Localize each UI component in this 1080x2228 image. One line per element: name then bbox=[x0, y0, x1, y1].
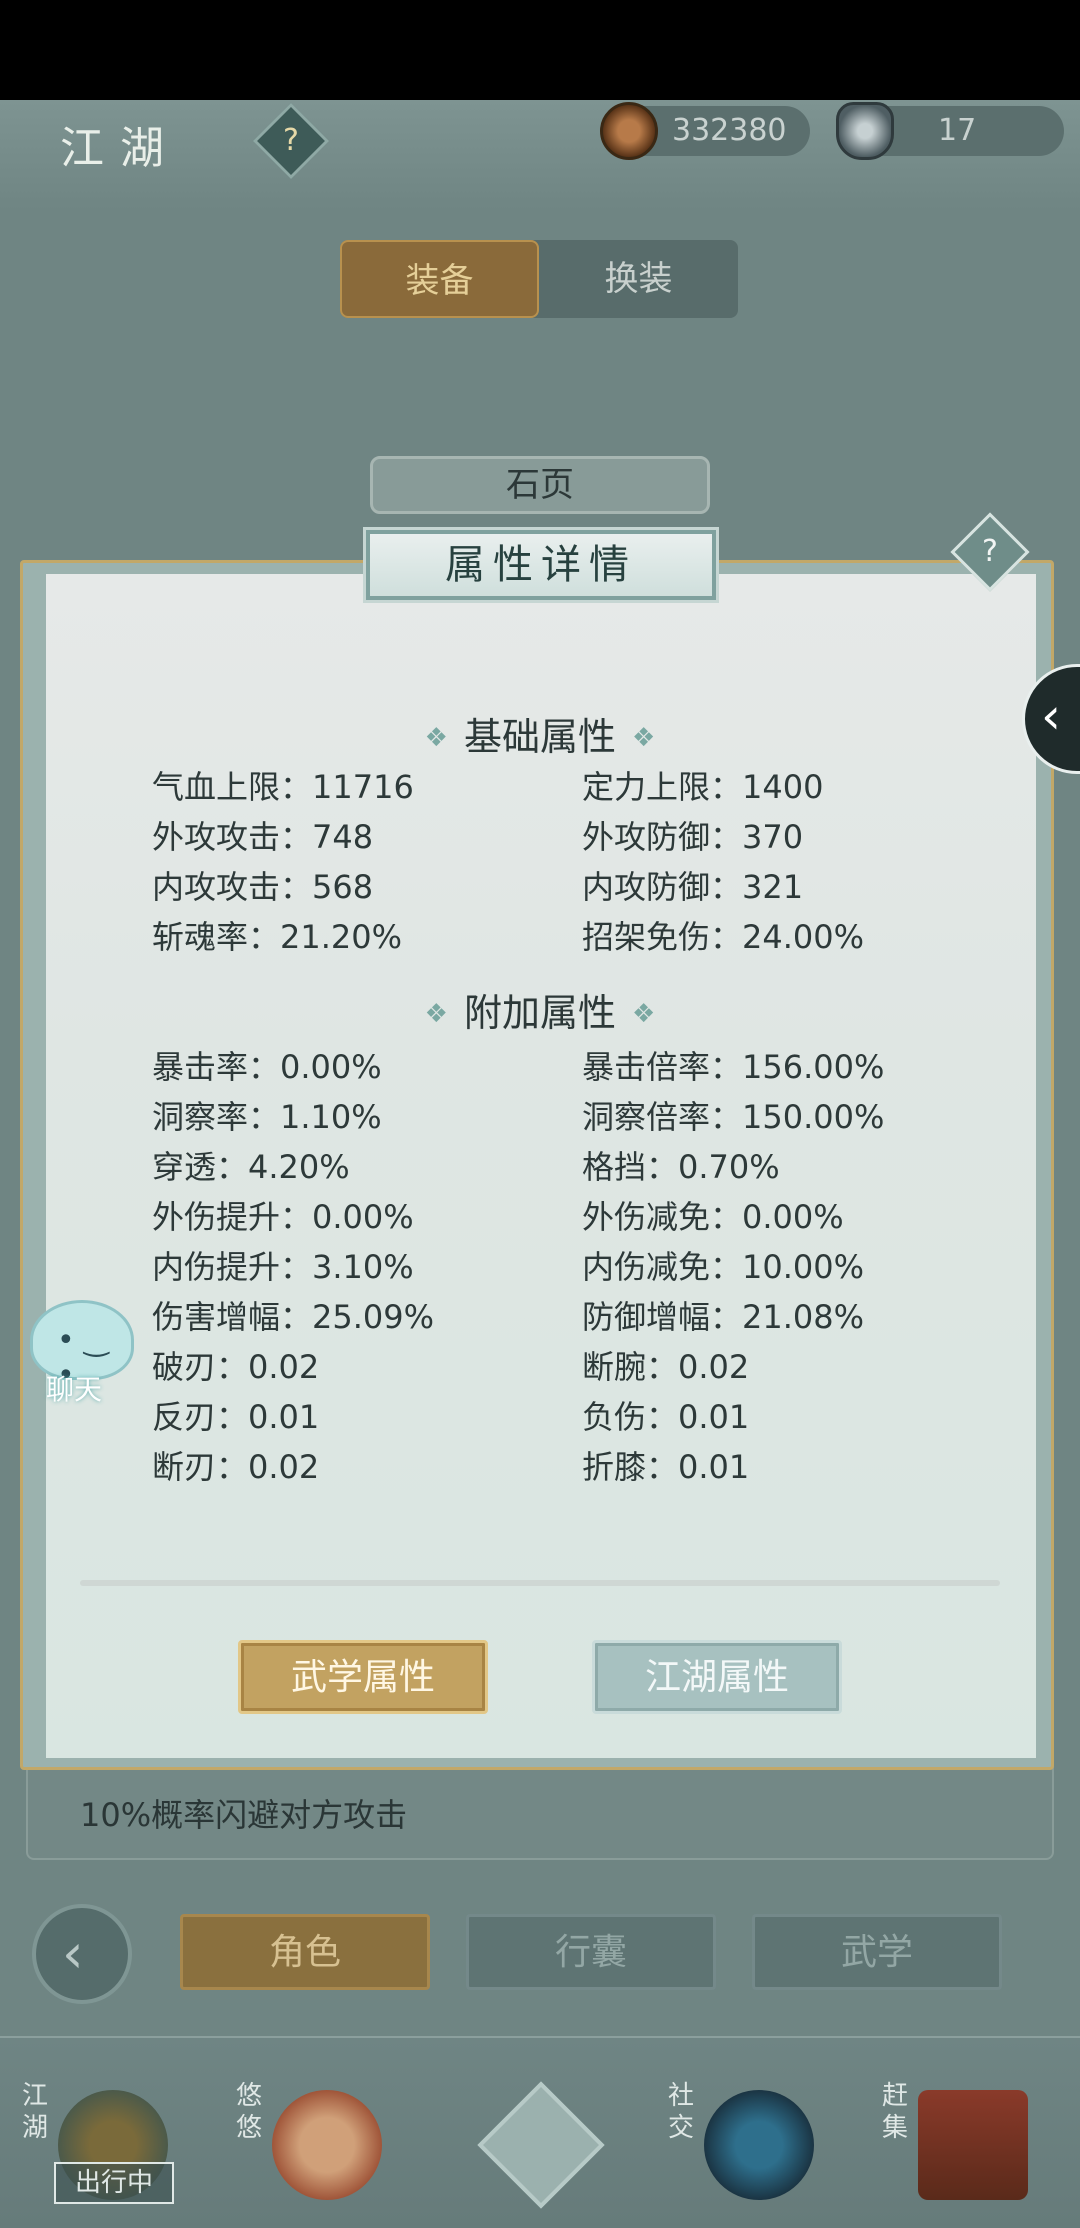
silver-value: 17 bbox=[938, 113, 977, 148]
diamond-icon: ❖ bbox=[424, 723, 448, 753]
diamond-icon: ❖ bbox=[632, 723, 656, 753]
jianghu-attributes-button[interactable]: 江湖属性 bbox=[592, 1640, 842, 1714]
copper-currency: 332380 bbox=[600, 102, 810, 160]
diamond-icon: ❖ bbox=[424, 999, 448, 1029]
extra-stat: 外伤提升：0.00% bbox=[152, 1198, 414, 1236]
tab-inventory[interactable]: 行囊 bbox=[466, 1914, 716, 1990]
chest-icon bbox=[918, 2090, 1028, 2200]
extra-stat: 断刃：0.02 bbox=[152, 1448, 320, 1486]
tab-character[interactable]: 角色 bbox=[180, 1914, 430, 1990]
back-arrow-icon: ‹ bbox=[62, 1922, 84, 1985]
extra-stat: 内伤减免：10.00% bbox=[582, 1248, 865, 1286]
basic-stat: 外攻防御：370 bbox=[582, 818, 804, 856]
extra-stat: 断腕：0.02 bbox=[582, 1348, 750, 1386]
swallow-icon bbox=[272, 2090, 382, 2200]
chat-label: 聊天 bbox=[46, 1373, 103, 1406]
dock-item-youyou[interactable]: 悠悠 bbox=[236, 2080, 386, 2220]
extra-stat: 破刃：0.02 bbox=[152, 1348, 320, 1386]
basic-stat: 气血上限：11716 bbox=[152, 768, 414, 806]
basic-stat: 内攻攻击：568 bbox=[152, 868, 374, 906]
modal-title: 属性详情 bbox=[366, 530, 716, 600]
page-title: 江湖 bbox=[60, 123, 180, 174]
dock-label: 赶集 bbox=[882, 2081, 909, 2143]
item-name: 石页 bbox=[370, 456, 710, 514]
copper-value: 332380 bbox=[672, 113, 787, 148]
chevron-left-icon: ‹ bbox=[1041, 687, 1061, 745]
description-text: 10%概率闪避对方攻击 bbox=[80, 1796, 408, 1834]
extra-stat: 洞察倍率：150.00% bbox=[582, 1098, 885, 1136]
extra-stat: 洞察率：1.10% bbox=[152, 1098, 382, 1136]
tab-martial-arts[interactable]: 武学 bbox=[752, 1914, 1002, 1990]
status-bar bbox=[0, 0, 1080, 100]
basic-stat: 外攻攻击：748 bbox=[152, 818, 374, 856]
basic-stat: 内攻防御：321 bbox=[582, 868, 804, 906]
silver-currency: 17 bbox=[836, 102, 1064, 160]
extra-stat: 伤害增幅：25.09% bbox=[152, 1298, 435, 1336]
back-button[interactable]: ‹ bbox=[32, 1904, 132, 2004]
modal-divider bbox=[80, 1580, 1000, 1586]
diamond-icon: ❖ bbox=[632, 999, 656, 1029]
dock-label: 社交 bbox=[668, 2081, 695, 2143]
dock-label: 江湖 bbox=[22, 2081, 49, 2143]
basic-stat: 斩魂率：21.20% bbox=[152, 918, 403, 956]
extra-stat: 防御增幅：21.08% bbox=[582, 1298, 865, 1336]
basic-attributes-title: ❖ 基础属性 ❖ bbox=[0, 706, 1080, 761]
extra-stat: 负伤：0.01 bbox=[582, 1398, 750, 1436]
silver-ingot-icon bbox=[836, 102, 894, 160]
extra-stat: 暴击率：0.00% bbox=[152, 1048, 382, 1086]
dock-item-market[interactable]: 赶集 bbox=[882, 2080, 1032, 2220]
equipment-tabs: 装备 换装 bbox=[340, 240, 738, 318]
tab-equipment[interactable]: 装备 bbox=[340, 240, 539, 318]
extra-stat: 暴击倍率：156.00% bbox=[582, 1048, 885, 1086]
extra-stat: 内伤提升：3.10% bbox=[152, 1248, 414, 1286]
coin-icon bbox=[600, 102, 658, 160]
martial-attributes-button[interactable]: 武学属性 bbox=[238, 1640, 488, 1714]
extra-attributes-label: 附加属性 bbox=[463, 991, 616, 1035]
basic-attributes-label: 基础属性 bbox=[463, 715, 616, 759]
wave-icon bbox=[704, 2090, 814, 2200]
question-icon: ? bbox=[982, 534, 998, 569]
extra-stat: 格挡：0.70% bbox=[582, 1148, 780, 1186]
dock-item-social[interactable]: 社交 bbox=[668, 2080, 818, 2220]
question-icon: ? bbox=[283, 123, 299, 158]
extra-stat: 折膝：0.01 bbox=[582, 1448, 750, 1486]
extra-attributes-title: ❖ 附加属性 ❖ bbox=[0, 982, 1080, 1037]
basic-stat: 招架免伤：24.00% bbox=[582, 918, 865, 956]
dock-label: 悠悠 bbox=[236, 2081, 263, 2143]
extra-stat: 反刃：0.01 bbox=[152, 1398, 320, 1436]
extra-stat: 穿透：4.20% bbox=[152, 1148, 350, 1186]
status-badge: 出行中 bbox=[54, 2162, 174, 2204]
tab-change-outfit[interactable]: 换装 bbox=[539, 240, 738, 318]
extra-stat: 外伤减免：0.00% bbox=[582, 1198, 844, 1236]
basic-stat: 定力上限：1400 bbox=[582, 768, 824, 806]
